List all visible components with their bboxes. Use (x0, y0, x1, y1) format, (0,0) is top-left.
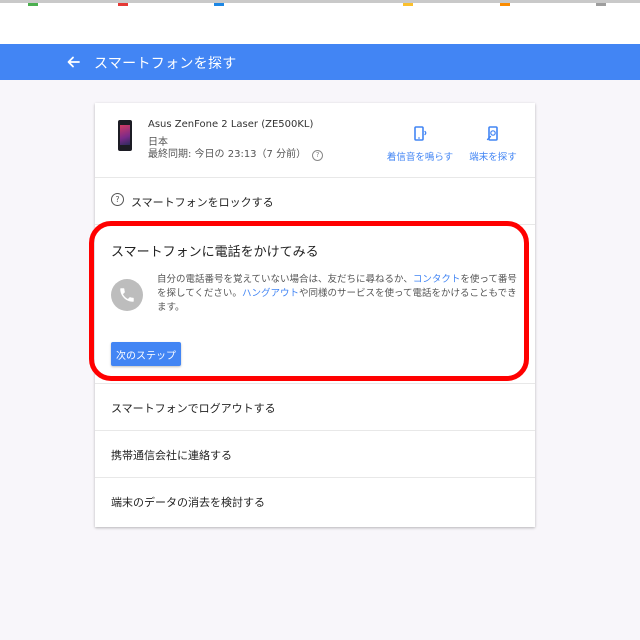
bookmark-hint (403, 3, 413, 6)
bookmark-hint (118, 3, 128, 6)
phone-icon (111, 279, 143, 311)
erase-device-option[interactable]: 端末のデータの消去を検討する (95, 478, 535, 524)
lock-phone-label: スマートフォンをロックする (131, 196, 274, 209)
find-phone-card: Asus ZenFone 2 Laser (ZE500KL) 日本 最終同期: … (95, 103, 535, 527)
locate-device-label: 端末を探す (469, 152, 517, 163)
contacts-link[interactable]: コンタクト (413, 274, 461, 285)
call-desc-part1: 自分の電話番号を覚えていない場合は、友だちに尋ねるか、 (157, 274, 413, 285)
page-title: スマートフォンを探す (94, 56, 237, 72)
lock-phone-option[interactable]: ? スマートフォンをロックする (95, 178, 535, 225)
arrow-left-icon[interactable] (62, 51, 84, 73)
call-phone-description: 自分の電話番号を覚えていない場合は、友だちに尋ねるか、コンタクトを使って番号を探… (157, 273, 517, 315)
bookmark-hint (596, 3, 606, 6)
ring-device-button[interactable]: 着信音を鳴らす (383, 125, 457, 164)
device-last-sync: 最終同期: 今日の 23:13（7 分前）? (148, 145, 324, 161)
erase-device-label: 端末のデータの消去を検討する (111, 496, 265, 509)
contact-carrier-label: 携帯通信会社に連絡する (111, 449, 232, 462)
help-icon[interactable]: ? (312, 150, 324, 161)
ring-phone-icon (414, 126, 427, 141)
ring-device-label: 着信音を鳴らす (386, 152, 454, 163)
call-phone-panel: スマートフォンに電話をかけてみる 自分の電話番号を覚えていない場合は、友だちに尋… (95, 225, 535, 384)
last-sync-text: 最終同期: 今日の 23:13（7 分前） (148, 149, 307, 160)
hangouts-link[interactable]: ハングアウト (242, 288, 299, 299)
device-info: Asus ZenFone 2 Laser (ZE500KL) 日本 最終同期: … (95, 103, 535, 178)
locate-device-button[interactable]: 端末を探す (465, 125, 521, 164)
device-image (118, 120, 132, 151)
locate-device-icon (486, 126, 498, 141)
bookmark-hint (28, 3, 38, 6)
help-circle-icon: ? (111, 193, 124, 206)
bookmark-hint (500, 3, 510, 6)
bookmark-hint (214, 3, 224, 6)
contact-carrier-option[interactable]: 携帯通信会社に連絡する (95, 431, 535, 478)
next-step-button[interactable]: 次のステップ (111, 342, 181, 366)
app-header: スマートフォンを探す (0, 44, 640, 80)
browser-top-strip (0, 0, 640, 44)
call-phone-title: スマートフォンに電話をかけてみる (111, 245, 319, 260)
logout-phone-label: スマートフォンでログアウトする (111, 402, 276, 415)
device-name: Asus ZenFone 2 Laser (ZE500KL) (148, 119, 314, 130)
logout-phone-option[interactable]: スマートフォンでログアウトする (95, 384, 535, 431)
